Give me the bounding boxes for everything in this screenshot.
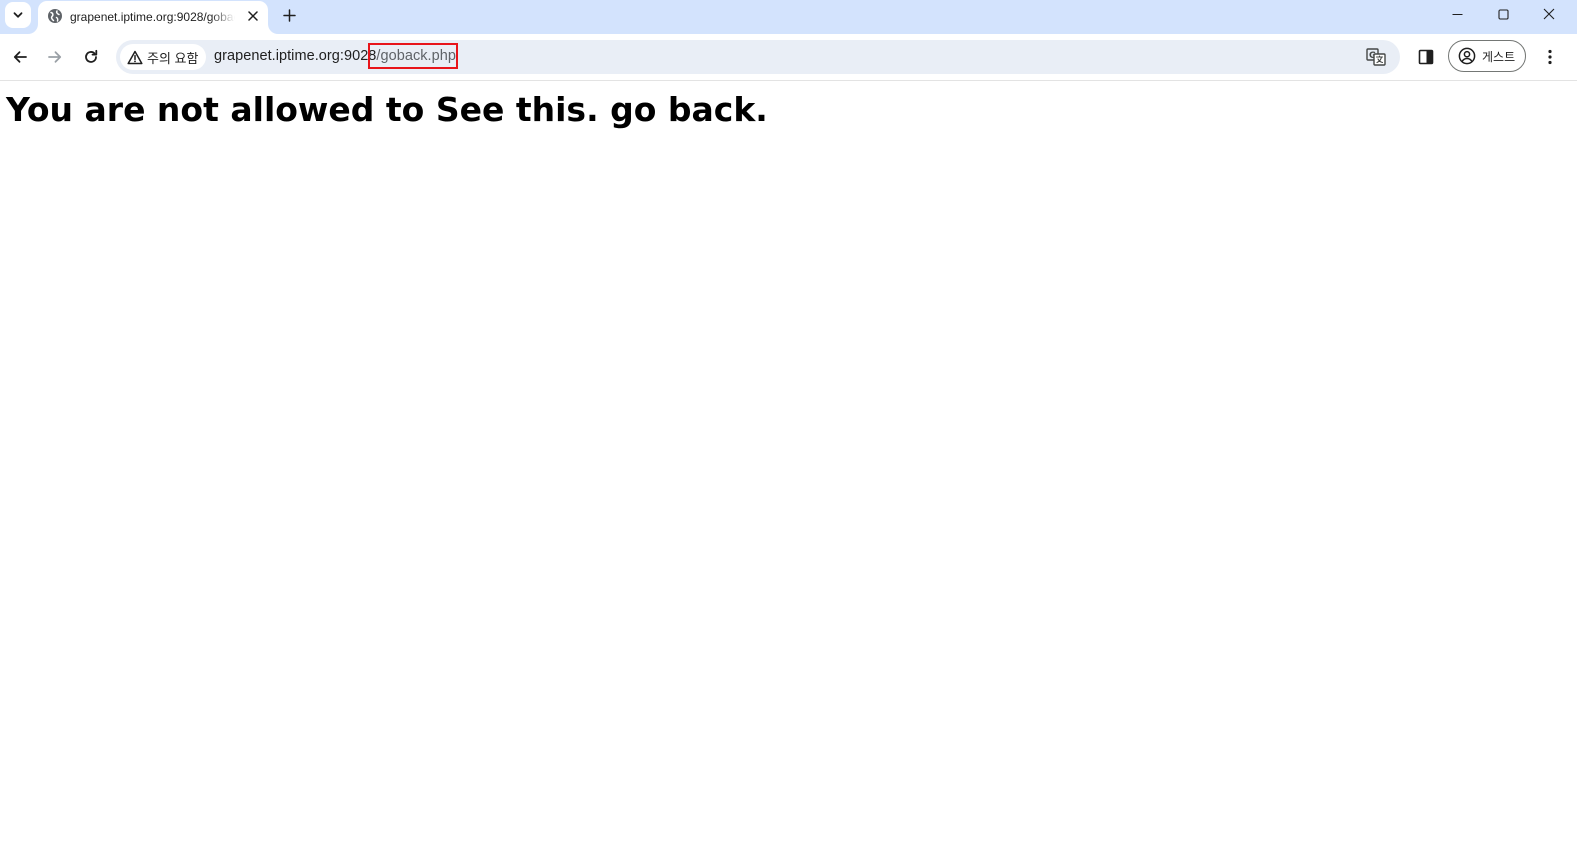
translate-icon: G: [1366, 48, 1386, 66]
back-button[interactable]: [6, 43, 34, 71]
url-path-highlight-box: [368, 43, 458, 69]
plus-icon: [282, 8, 296, 22]
browser-menu-button[interactable]: [1538, 44, 1562, 70]
close-icon: [248, 11, 258, 21]
minimize-button[interactable]: [1434, 0, 1480, 28]
new-tab-button[interactable]: [278, 4, 300, 26]
side-panel-button[interactable]: [1413, 44, 1439, 70]
translate-button[interactable]: G: [1363, 44, 1389, 70]
reload-button[interactable]: [77, 43, 105, 71]
toolbar: 주의 요함 grapenet.iptime.org:9028/goback.ph…: [0, 34, 1577, 81]
account-circle-icon: [1458, 47, 1476, 65]
kebab-menu-icon: [1548, 49, 1552, 65]
chevron-down-icon: [13, 12, 23, 18]
maximize-icon: [1497, 8, 1509, 20]
profile-label: 게스트: [1482, 49, 1516, 64]
forward-button[interactable]: [41, 43, 69, 71]
side-panel-icon: [1418, 49, 1434, 65]
close-icon: [1543, 8, 1555, 20]
profile-button[interactable]: 게스트: [1448, 40, 1526, 72]
reload-icon: [85, 49, 98, 63]
address-bar[interactable]: 주의 요함 grapenet.iptime.org:9028/goback.ph…: [116, 40, 1400, 74]
arrow-right-icon: [48, 51, 62, 63]
tab-close-button[interactable]: [243, 6, 263, 26]
url-host: grapenet.iptime.org:9028: [214, 48, 377, 64]
globe-icon: [48, 9, 62, 23]
tab-strip: grapenet.iptime.org:9028/goback.php: [0, 0, 1577, 34]
close-window-button[interactable]: [1526, 0, 1572, 28]
page-heading: You are not allowed to See this. go back…: [6, 90, 768, 129]
security-label: 주의 요함: [147, 50, 199, 66]
warning-triangle-icon: [127, 50, 143, 64]
security-indicator-chip[interactable]: 주의 요함: [120, 44, 207, 70]
maximize-button[interactable]: [1480, 0, 1526, 28]
arrow-left-icon: [13, 51, 27, 63]
minimize-icon: [1452, 13, 1462, 15]
active-tab[interactable]: grapenet.iptime.org:9028/goback.php: [38, 1, 268, 34]
tab-title: grapenet.iptime.org:9028/goback.php: [70, 10, 235, 24]
